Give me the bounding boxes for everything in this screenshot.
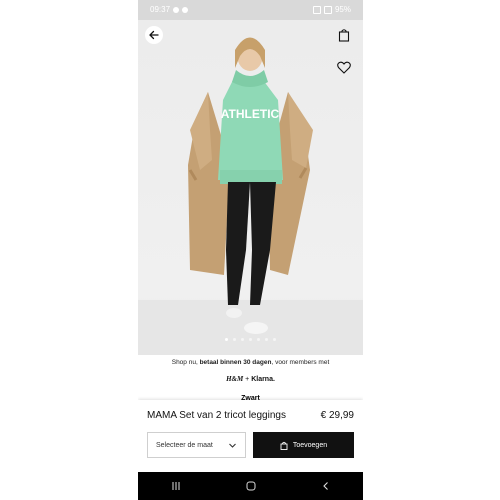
system-nav-bar [138, 472, 363, 500]
home-icon [246, 481, 255, 491]
status-bar: 09:37 95% [138, 0, 363, 20]
pager-dot[interactable] [273, 338, 276, 341]
payment-info: Shop nu, betaal binnen 30 dagen, voor me… [138, 355, 363, 400]
purchase-bar: MAMA Set van 2 tricot leggings € 29,99 S… [138, 400, 363, 472]
model-illustration: ATHLETIC [138, 37, 363, 355]
pager-dot[interactable] [233, 338, 236, 341]
chevron-down-icon [229, 443, 236, 448]
plus-sign: + [245, 376, 250, 383]
status-right: 95% [312, 5, 351, 14]
status-left: 09:37 [150, 5, 189, 14]
arrow-left-icon [149, 30, 159, 40]
status-time: 09:37 [150, 5, 171, 14]
pager-dot[interactable] [257, 338, 260, 341]
bag-icon [280, 441, 288, 450]
pager-dot[interactable] [265, 338, 268, 341]
product-image[interactable]: ATHLETIC [138, 20, 363, 355]
wishlist-button[interactable] [335, 58, 353, 76]
pager-dot[interactable] [225, 338, 228, 341]
add-to-bag-button[interactable]: Toevoegen [253, 432, 354, 458]
size-placeholder: Selecteer de maat [156, 441, 213, 449]
size-select[interactable]: Selecteer de maat [147, 432, 246, 458]
app-notification-icon [182, 6, 189, 13]
heart-icon [337, 61, 351, 74]
battery-level: 95% [334, 5, 351, 14]
product-price: € 29,99 [320, 410, 354, 421]
pager-dot[interactable] [241, 338, 244, 341]
recent-apps-button[interactable] [166, 476, 186, 496]
product-name: MAMA Set van 2 tricot leggings [147, 410, 286, 421]
shop-prefix: Shop nu, [171, 359, 200, 366]
hoodie-print: ATHLETIC [221, 107, 280, 121]
shopping-bag-button[interactable] [335, 26, 353, 44]
shopping-bag-icon [338, 29, 350, 42]
back-nav-button[interactable] [316, 476, 336, 496]
hm-logo: H&M [226, 375, 244, 383]
chevron-left-icon [322, 482, 328, 490]
back-button[interactable] [145, 26, 163, 44]
pager-dot[interactable] [249, 338, 252, 341]
add-label: Toevoegen [292, 441, 328, 449]
klarna-logo: Klarna. [251, 376, 275, 383]
notification-icon [173, 6, 180, 13]
phone-screen: 09:37 95% ATHLETIC Shop nu, betaal binne… [138, 0, 363, 500]
wifi-icon [312, 5, 321, 14]
image-pager[interactable] [138, 338, 363, 341]
recent-apps-icon [172, 482, 179, 490]
home-button[interactable] [241, 476, 261, 496]
shop-suffix: , voor members met [271, 359, 330, 366]
shop-bold: betaal binnen 30 dagen [199, 359, 272, 366]
shop-now-text: Shop nu, betaal binnen 30 dagen, voor me… [138, 359, 363, 366]
signal-icon [323, 5, 332, 14]
partner-logos: H&M + Klarna. [138, 375, 363, 383]
